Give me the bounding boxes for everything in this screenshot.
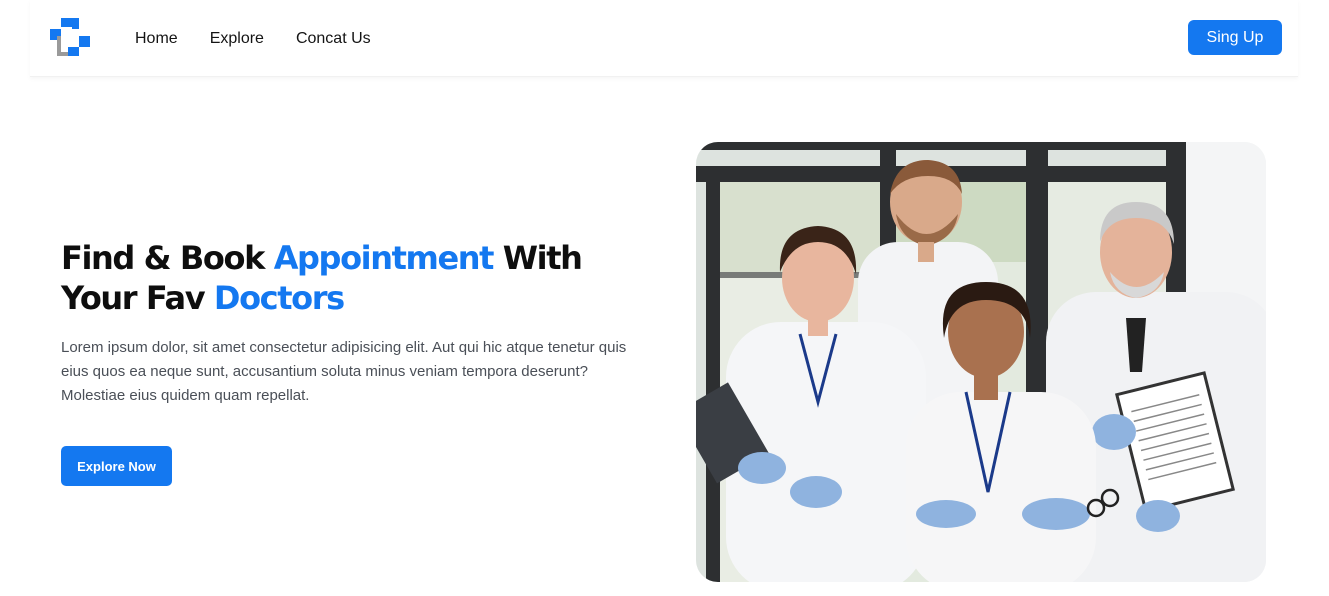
headline-text: Your Fav <box>61 279 214 317</box>
explore-now-button[interactable]: Explore Now <box>61 446 172 486</box>
nav-link-home[interactable]: Home <box>135 30 178 48</box>
headline-text: Find & Book <box>61 239 274 277</box>
signup-button[interactable]: Sing Up <box>1188 20 1282 55</box>
headline-text: With <box>493 239 583 277</box>
top-navbar: Home Explore Concat Us Sing Up <box>30 0 1298 77</box>
headline-accent: Doctors <box>213 279 345 317</box>
medical-cross-logo-icon[interactable] <box>50 18 90 58</box>
doctors-group-photo <box>696 142 1266 582</box>
nav-link-explore[interactable]: Explore <box>210 30 264 48</box>
nav-link-contact[interactable]: Concat Us <box>296 30 371 48</box>
hero-description: Lorem ipsum dolor, sit amet consectetur … <box>61 339 627 404</box>
hero-text: Find & Book Appointment With Your Fav Do… <box>61 238 661 408</box>
headline-accent: Appointment <box>273 239 495 277</box>
hero-headline: Find & Book Appointment With Your Fav Do… <box>61 238 661 318</box>
main-nav: Home Explore Concat Us <box>135 0 403 77</box>
